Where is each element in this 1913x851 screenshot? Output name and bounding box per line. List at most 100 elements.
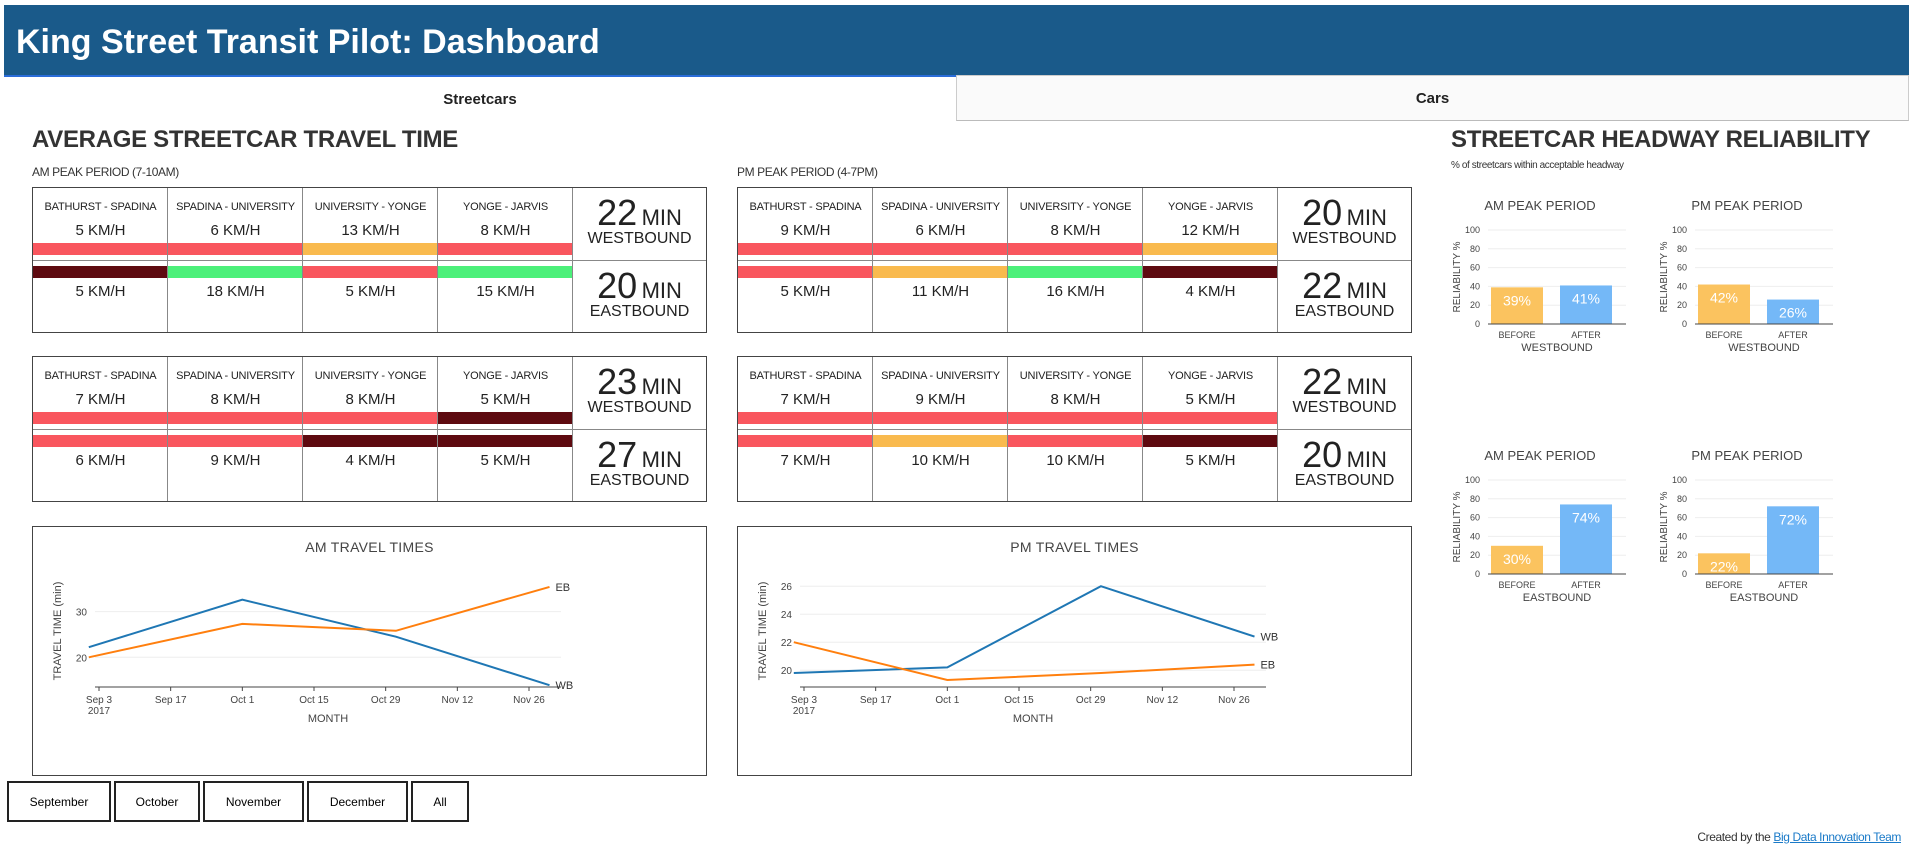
y-tick-label: 80 (1677, 244, 1687, 254)
eastbound-speed: 5 KM/H (480, 452, 531, 469)
month-button-october[interactable]: October (114, 781, 200, 822)
segment-column: SPADINA - UNIVERSITY 6 KM/H 11 KM/H (873, 188, 1008, 332)
x-tick-label: Nov 12 (441, 695, 473, 706)
direction-label: WESTBOUND (1292, 230, 1397, 247)
eastbound-total: 27 MIN EASTBOUND (573, 429, 706, 501)
eastbound-speed-bar (873, 435, 1007, 447)
x-axis-label: EASTBOUND (1523, 592, 1592, 604)
y-tick-label: 0 (1475, 569, 1480, 579)
y-tick-label: 40 (1677, 281, 1687, 291)
bar-value-label: 41% (1572, 290, 1600, 306)
eastbound-speed-bar (303, 266, 437, 278)
segment-column: YONGE - JARVIS 12 KM/H 4 KM/H (1143, 188, 1278, 332)
westbound-speed: 6 KM/H (210, 222, 261, 239)
westbound-speed-bar (438, 243, 572, 255)
y-tick-label: 22 (781, 638, 793, 649)
footer-link[interactable]: Big Data Innovation Team (1773, 830, 1901, 844)
headway-title: STREETCAR HEADWAY RELIABILITY (1451, 126, 1871, 153)
westbound-speed: 6 KM/H (915, 222, 966, 239)
x-tick-year: 2017 (88, 706, 111, 717)
x-tick-label: BEFORE (1705, 330, 1742, 340)
y-tick-label: 20 (1470, 300, 1480, 310)
segment-column: UNIVERSITY - YONGE 8 KM/H 16 KM/H (1008, 188, 1143, 332)
westbound-speed: 5 KM/H (75, 222, 126, 239)
westbound-speed: 7 KM/H (75, 391, 126, 408)
eastbound-speed: 4 KM/H (345, 452, 396, 469)
y-axis-label: RELIABILITY % (1452, 241, 1463, 312)
westbound-speed-bar (303, 412, 437, 424)
tab-cars[interactable]: Cars (956, 75, 1909, 121)
westbound-total: 23 MIN WESTBOUND (573, 357, 706, 429)
eastbound-speed-bar (438, 435, 572, 447)
month-button-all[interactable]: All (411, 781, 469, 822)
footer-credit: Created by the Big Data Innovation Team (1697, 830, 1901, 844)
y-tick-label: 60 (1470, 263, 1480, 273)
westbound-speed-bar (33, 412, 167, 424)
eastbound-speed: 18 KM/H (206, 283, 265, 300)
chart-title: PM PEAK PERIOD (1691, 448, 1802, 463)
y-tick-label: 100 (1465, 225, 1480, 235)
bar-value-label: 42% (1710, 290, 1738, 306)
minutes-unit: MIN (641, 374, 682, 399)
westbound-speed: 8 KM/H (1050, 391, 1101, 408)
westbound-speed: 9 KM/H (915, 391, 966, 408)
tab-streetcars[interactable]: Streetcars (4, 75, 956, 121)
y-tick-label: 40 (1470, 531, 1480, 541)
x-tick-label: Oct 1 (230, 695, 254, 706)
x-tick-label: Sep 17 (155, 695, 187, 706)
x-axis-label: WESTBOUND (1728, 342, 1800, 354)
app-header: King Street Transit Pilot: Dashboard (4, 5, 1909, 75)
series-label-eb: EB (1260, 660, 1275, 672)
segment-column: YONGE - JARVIS 8 KM/H 15 KM/H (438, 188, 573, 332)
month-button-december[interactable]: December (307, 781, 408, 822)
segment-column: BATHURST - SPADINA 7 KM/H 7 KM/H (738, 357, 873, 501)
westbound-speed-bar (738, 243, 872, 255)
segment-column: BATHURST - SPADINA 5 KM/H 5 KM/H (33, 188, 168, 332)
eastbound-speed-bar (1008, 266, 1142, 278)
total-minutes: 22 (1302, 361, 1343, 402)
y-tick-label: 20 (1470, 550, 1480, 560)
month-button-september[interactable]: September (7, 781, 111, 822)
eastbound-speed: 7 KM/H (780, 452, 831, 469)
y-tick-label: 100 (1672, 475, 1687, 485)
westbound-speed: 8 KM/H (480, 222, 531, 239)
direction-label: WESTBOUND (1292, 399, 1397, 416)
x-tick-label: Oct 1 (935, 695, 959, 706)
segment-name: YONGE - JARVIS (1167, 201, 1254, 213)
y-tick-label: 0 (1475, 319, 1480, 329)
x-tick-label: BEFORE (1498, 580, 1535, 590)
westbound-speed: 5 KM/H (480, 391, 531, 408)
eastbound-speed: 10 KM/H (911, 452, 970, 469)
segment-name: BATHURST - SPADINA (749, 370, 862, 382)
direction-label: EASTBOUND (1294, 303, 1395, 320)
westbound-speed: 7 KM/H (780, 391, 831, 408)
westbound-speed-bar (1143, 243, 1277, 255)
segment-name: BATHURST - SPADINA (44, 201, 157, 213)
eastbound-speed-bar (438, 266, 572, 278)
westbound-speed-bar (168, 243, 302, 255)
segment-column: SPADINA - UNIVERSITY 9 KM/H 10 KM/H (873, 357, 1008, 501)
westbound-speed-bar (33, 243, 167, 255)
x-tick-label: Nov 26 (1218, 695, 1250, 706)
segment-column: UNIVERSITY - YONGE 8 KM/H 10 KM/H (1008, 357, 1143, 501)
x-tick-label: Sep 3 (86, 695, 113, 706)
segment-name: UNIVERSITY - YONGE (1019, 370, 1132, 382)
bar-value-label: 74% (1572, 509, 1600, 525)
direction-label: EASTBOUND (589, 472, 690, 489)
month-button-november[interactable]: November (203, 781, 304, 822)
westbound-speed: 12 KM/H (1181, 222, 1240, 239)
eastbound-speed: 5 KM/H (1185, 452, 1236, 469)
reliability-chart: AM PEAK PERIOD 0 20 40 60 80 100 RELIABILITY % 3… (1440, 438, 1640, 668)
y-tick-label: 60 (1677, 263, 1687, 273)
total-minutes: 20 (597, 265, 638, 306)
westbound-total: 22 MIN WESTBOUND (1278, 357, 1411, 429)
y-tick-label: 40 (1470, 281, 1480, 291)
y-tick-label: 24 (781, 610, 793, 621)
y-tick-label: 20 (1677, 550, 1687, 560)
x-axis-label: MONTH (308, 713, 348, 725)
westbound-speed-bar (168, 412, 302, 424)
eastbound-speed: 4 KM/H (1185, 283, 1236, 300)
eastbound-speed-bar (1143, 435, 1277, 447)
westbound-speed: 13 KM/H (341, 222, 400, 239)
westbound-speed-bar (873, 412, 1007, 424)
